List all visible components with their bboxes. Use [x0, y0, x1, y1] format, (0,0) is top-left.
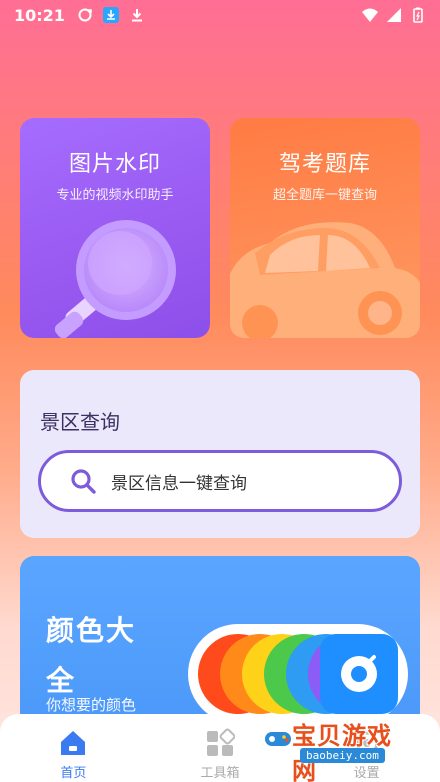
search-icon	[71, 469, 96, 494]
watermark-url: baobeiy.com	[300, 748, 385, 763]
color-card-title: 颜色大全	[46, 614, 137, 697]
image-watermark-card[interactable]: 图片水印 专业的视频水印助手	[20, 118, 210, 338]
search-placeholder: 景区信息一键查询	[111, 473, 247, 494]
scenic-query-card: 景区查询 景区信息一键查询	[20, 370, 420, 538]
driving-exam-card[interactable]: 驾考题库 超全题库一键查询	[230, 118, 420, 338]
card-subtitle: 专业的视频水印助手	[56, 188, 174, 203]
status-time: 10:21	[14, 5, 65, 25]
magnifier-illustration-icon	[54, 220, 176, 338]
card-subtitle: 超全题库一键查询	[272, 188, 377, 203]
download-icon	[131, 9, 142, 22]
site-watermark-badge: 宝贝游戏网 baobeiy.com	[262, 716, 410, 782]
wifi-icon	[362, 8, 378, 22]
home-icon	[61, 731, 86, 755]
grid-icon	[207, 728, 235, 756]
battery-icon	[413, 7, 423, 23]
nav-label-toolbox: 工具箱	[200, 766, 240, 781]
scenic-title: 景区查询	[40, 410, 120, 434]
car-illustration-icon	[230, 222, 420, 338]
color-swatches	[188, 624, 408, 724]
sync-icon	[78, 8, 92, 22]
signal-icon	[387, 8, 401, 22]
card-title: 图片水印	[68, 152, 161, 177]
nav-label-home: 首页	[60, 766, 87, 781]
gamepad-logo-icon	[265, 732, 291, 746]
scenic-search-input[interactable]: 景区信息一键查询	[38, 450, 402, 512]
nav-home[interactable]: 首页	[0, 714, 147, 782]
palette-app-icon	[320, 634, 398, 714]
card-title: 驾考题库	[278, 152, 371, 177]
status-bar: 10:21	[0, 0, 440, 30]
color-card-subtitle: 你想要的颜色	[46, 696, 137, 714]
download-badge-icon	[102, 7, 119, 23]
